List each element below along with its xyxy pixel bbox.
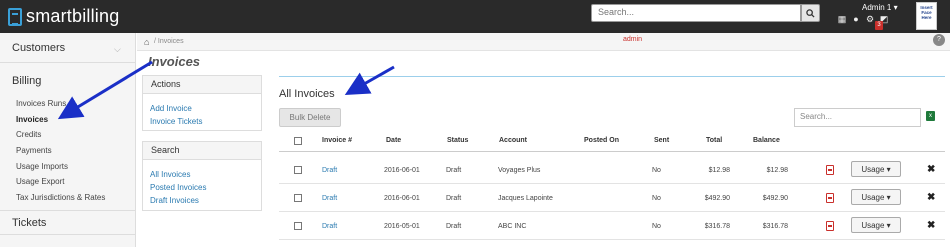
invoice-tickets-link[interactable]: Invoice Tickets	[143, 115, 261, 128]
invoice-sent: No	[652, 223, 661, 230]
search-icon	[806, 8, 815, 18]
sidebar-section-customers[interactable]: Customers	[12, 42, 65, 54]
actions-panel-title: Actions	[143, 76, 261, 94]
sidebar-item-credits[interactable]: Credits	[16, 130, 41, 139]
invoice-number-link[interactable]: Draft	[322, 195, 337, 202]
actions-panel: Actions Add Invoice Invoice Tickets	[142, 75, 262, 131]
row-divider	[279, 211, 945, 212]
invoice-balance: $12.98	[766, 167, 788, 174]
role-label: admin	[623, 36, 643, 43]
column-header[interactable]: Invoice #	[322, 137, 352, 144]
usage-dropdown-button[interactable]: Usage ▾	[851, 161, 901, 177]
sidebar-divider	[0, 234, 136, 235]
sidebar-divider	[0, 62, 136, 63]
column-header[interactable]: Total	[706, 137, 722, 144]
calendar-icon[interactable]: ▦	[837, 14, 847, 24]
select-all-checkbox[interactable]	[294, 137, 302, 145]
usage-button-label: Usage	[861, 192, 885, 202]
invoice-status: Draft	[446, 195, 462, 202]
sidebar-divider	[0, 210, 136, 211]
search-panel: Search All Invoices Posted Invoices Draf…	[142, 141, 262, 211]
usage-dropdown-button[interactable]: Usage ▾	[851, 217, 901, 233]
row-divider	[279, 239, 945, 240]
invoice-total: $316.78	[704, 223, 730, 230]
global-search-button[interactable]	[801, 4, 820, 22]
invoice-account: ABC INC	[498, 223, 527, 230]
invoice-balance: $492.90	[762, 195, 788, 202]
posted-invoices-link[interactable]: Posted Invoices	[143, 181, 261, 194]
global-search-input[interactable]: Search...	[591, 4, 801, 22]
avatar[interactable]: Insert Face Here	[916, 2, 937, 30]
invoice-status: Draft	[446, 223, 462, 230]
logo-icon	[8, 7, 22, 26]
invoice-number-link[interactable]: Draft	[322, 223, 337, 230]
chevron-down-icon[interactable]: ⌵	[114, 44, 121, 55]
page-title: Invoices	[148, 54, 201, 69]
row-checkbox[interactable]	[294, 194, 302, 202]
table-search-input[interactable]: Search...	[794, 108, 921, 127]
invoice-balance: $316.78	[762, 223, 788, 230]
row-checkbox[interactable]	[294, 166, 302, 174]
sidebar-section-tickets[interactable]: Tickets	[12, 217, 46, 229]
invoice-total: $12.98	[708, 167, 730, 174]
sidebar-item-tax-jurisdictions[interactable]: Tax Jurisdictions & Rates	[16, 193, 105, 202]
avatar-line: Here	[921, 15, 932, 20]
all-invoices-link[interactable]: All Invoices	[143, 168, 261, 181]
invoice-sent: No	[652, 167, 661, 174]
draft-invoices-link[interactable]: Draft Invoices	[143, 194, 261, 207]
invoice-total: $492.90	[704, 195, 730, 202]
column-header[interactable]: Date	[386, 137, 401, 144]
home-icon[interactable]: ⌂	[144, 37, 149, 47]
section-divider	[279, 76, 945, 77]
sidebar-item-payments[interactable]: Payments	[16, 146, 52, 155]
gear-icon[interactable]: ⚙	[865, 14, 875, 24]
sidebar-item-invoices[interactable]: Invoices	[16, 115, 48, 124]
user-menu[interactable]: Admin 1 ▾	[862, 3, 898, 12]
add-invoice-link[interactable]: Add Invoice	[143, 102, 261, 115]
annotation-arrow	[344, 65, 395, 95]
sidebar-item-invoice-runs[interactable]: Invoices Runs	[16, 99, 66, 108]
user-name: Admin 1	[862, 3, 892, 12]
row-checkbox[interactable]	[294, 222, 302, 230]
breadcrumb-current: / Invoices	[154, 38, 184, 45]
table-header-divider	[279, 151, 945, 152]
column-header[interactable]: Balance	[753, 137, 780, 144]
invoice-status: Draft	[446, 167, 462, 174]
sidebar	[0, 33, 136, 247]
delete-icon[interactable]: ✖	[927, 164, 935, 175]
usage-button-label: Usage	[861, 164, 885, 174]
pdf-icon[interactable]	[826, 221, 834, 231]
logo-text: smartbilling	[26, 6, 120, 26]
pdf-icon[interactable]	[826, 165, 834, 175]
invoice-account: Voyages Plus	[498, 167, 541, 174]
usage-button-label: Usage	[861, 220, 885, 230]
invoice-date: 2016-05-01	[384, 223, 420, 230]
sidebar-item-usage-export[interactable]: Usage Export	[16, 177, 64, 186]
invoice-account: Jacques Lapointe	[498, 195, 553, 202]
usage-dropdown-button[interactable]: Usage ▾	[851, 189, 901, 205]
column-header[interactable]: Status	[447, 137, 468, 144]
row-divider	[279, 183, 945, 184]
column-header[interactable]: Account	[499, 137, 527, 144]
help-icon[interactable]: ?	[933, 34, 945, 46]
column-header[interactable]: Sent	[654, 137, 669, 144]
bulk-delete-button[interactable]: Bulk Delete	[279, 108, 341, 127]
export-excel-icon[interactable]: x	[926, 111, 935, 121]
invoice-sent: No	[652, 195, 661, 202]
app-logo[interactable]: smartbilling	[8, 6, 119, 27]
pdf-icon[interactable]	[826, 193, 834, 203]
column-header[interactable]: Posted On	[584, 137, 619, 144]
all-invoices-title: All Invoices	[279, 88, 335, 100]
invoice-number-link[interactable]: Draft	[322, 167, 337, 174]
chat-icon[interactable]: ●	[851, 14, 861, 24]
invoice-date: 2016-06-01	[384, 195, 420, 202]
delete-icon[interactable]: ✖	[927, 220, 935, 231]
breadcrumb	[137, 33, 950, 51]
sidebar-item-usage-imports[interactable]: Usage Imports	[16, 162, 68, 171]
notification-badge: 3	[875, 21, 883, 30]
search-panel-title: Search	[143, 142, 261, 160]
sidebar-section-billing[interactable]: Billing	[12, 75, 41, 87]
invoice-date: 2016-06-01	[384, 167, 420, 174]
delete-icon[interactable]: ✖	[927, 192, 935, 203]
